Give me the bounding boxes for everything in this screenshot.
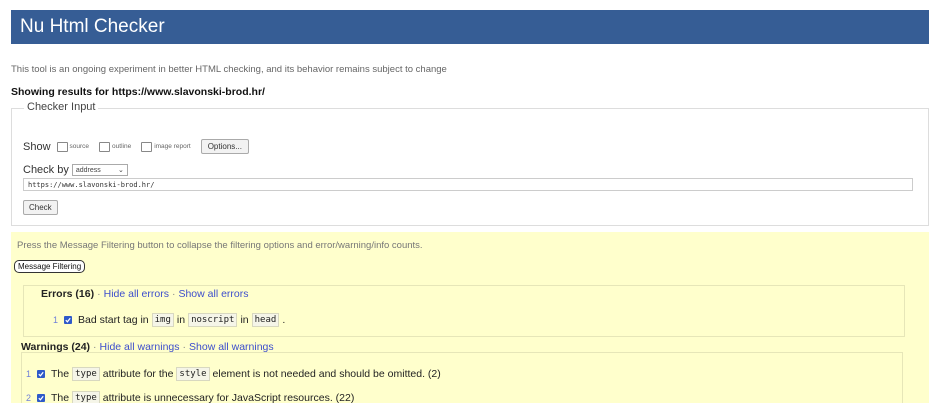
checker-input-fieldset: Checker Input Show source outline image … bbox=[11, 101, 929, 226]
outline-checkbox[interactable] bbox=[99, 141, 111, 152]
page-title-bar: Nu Html Checker bbox=[11, 10, 929, 44]
warning-item: 1 The type attribute for the style eleme… bbox=[26, 367, 441, 381]
errors-title: Errors (16) bbox=[41, 288, 95, 300]
code-snippet: noscript bbox=[188, 313, 238, 327]
tagline: This tool is an ongoing experiment in be… bbox=[11, 64, 447, 75]
filter-instructions: Press the Message Filtering button to co… bbox=[17, 240, 423, 251]
warning-text: attribute for the bbox=[102, 368, 174, 380]
separator: · bbox=[93, 341, 97, 353]
code-snippet: type bbox=[72, 367, 100, 381]
source-checkbox[interactable] bbox=[56, 141, 68, 152]
image-report-checkbox[interactable] bbox=[141, 141, 153, 152]
code-snippet: img bbox=[151, 313, 174, 327]
check-by-row: Check by address ⌄ bbox=[23, 164, 128, 176]
code-snippet: style bbox=[176, 367, 210, 381]
warning-text: The bbox=[51, 368, 70, 380]
error-text: in bbox=[240, 314, 249, 326]
check-by-label: Check by bbox=[23, 164, 69, 176]
warning-item: 2 The type attribute is unnecessary for … bbox=[26, 391, 354, 403]
warning-text: element is not needed and should be omit… bbox=[212, 368, 441, 380]
error-text: Bad start tag in bbox=[78, 314, 149, 326]
image-report-option-label: image report bbox=[154, 143, 191, 150]
code-snippet: head bbox=[251, 313, 280, 327]
checker-input-legend: Checker Input bbox=[24, 101, 99, 113]
warnings-heading: Warnings (24) · Hide all warnings · Show… bbox=[21, 341, 274, 353]
error-text: . bbox=[282, 314, 286, 326]
error-text: in bbox=[176, 314, 186, 326]
check-icon[interactable] bbox=[64, 316, 73, 324]
page-title: Nu Html Checker bbox=[20, 16, 165, 37]
code-snippet: type bbox=[72, 391, 100, 403]
check-icon[interactable] bbox=[37, 370, 46, 378]
check-by-value: address bbox=[75, 166, 101, 174]
show-all-warnings-link[interactable]: Show all warnings bbox=[189, 341, 274, 353]
show-all-errors-link[interactable]: Show all errors bbox=[178, 288, 248, 300]
warning-text: attribute is unnecessary for JavaScript … bbox=[102, 392, 355, 403]
message-filtering-button[interactable]: Message Filtering bbox=[14, 260, 86, 273]
errors-heading: Errors (16) · Hide all errors · Show all… bbox=[38, 288, 252, 300]
check-icon[interactable] bbox=[37, 394, 46, 402]
separator: · bbox=[97, 288, 101, 300]
hide-all-warnings-link[interactable]: Hide all warnings bbox=[100, 341, 180, 353]
chevron-down-icon: ⌄ bbox=[117, 167, 124, 174]
warnings-title: Warnings (24) bbox=[21, 341, 91, 353]
outline-option-label: outline bbox=[112, 143, 132, 150]
check-button[interactable]: Check bbox=[23, 200, 58, 215]
error-number: 1 bbox=[53, 315, 59, 325]
warning-number: 2 bbox=[26, 393, 32, 403]
options-button[interactable]: Options... bbox=[200, 139, 249, 154]
separator: · bbox=[182, 341, 187, 353]
check-by-select[interactable]: address ⌄ bbox=[71, 164, 128, 176]
warning-text: The bbox=[51, 392, 70, 403]
hide-all-errors-link[interactable]: Hide all errors bbox=[104, 288, 169, 300]
url-input[interactable]: https://www.slavonski-brod.hr/ bbox=[23, 178, 913, 191]
message-filtering-panel: Press the Message Filtering button to co… bbox=[11, 232, 929, 403]
warning-number: 1 bbox=[26, 369, 32, 379]
results-heading: Showing results for https://www.slavonsk… bbox=[11, 86, 265, 98]
separator: · bbox=[171, 288, 176, 300]
show-options-row: Show source outline image report Options… bbox=[23, 139, 249, 154]
error-item: 1 Bad start tag in img in noscript in he… bbox=[53, 313, 285, 327]
source-option-label: source bbox=[69, 143, 90, 150]
show-label: Show bbox=[23, 140, 51, 153]
